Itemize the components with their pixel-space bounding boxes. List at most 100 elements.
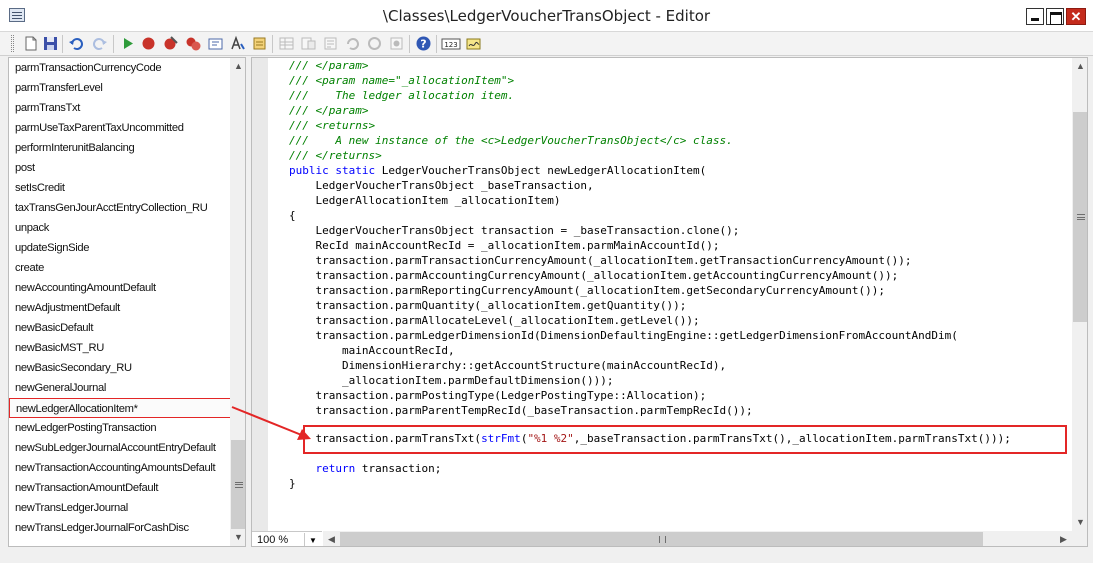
run-icon[interactable] <box>119 35 136 52</box>
editor-vertical-scrollbar[interactable]: ▲ ▼ <box>1072 58 1087 531</box>
method-list-item[interactable]: parmTransTxt <box>9 98 230 118</box>
code-area[interactable]: /// </param> /// <param name="_allocation… <box>289 58 1074 531</box>
maximize-button[interactable] <box>1046 8 1064 25</box>
scroll-down-button[interactable]: ▼ <box>230 529 245 546</box>
code-line[interactable]: transaction.parmLedgerDimensionId(Dimens… <box>289 328 957 343</box>
editor-scroll-left-button[interactable]: ◀ <box>323 531 340 546</box>
method-list-item[interactable]: parmUseTaxParentTaxUncommitted <box>9 118 230 138</box>
method-list-scroll-thumb[interactable] <box>231 440 245 529</box>
breakpoint-icon[interactable] <box>140 35 157 52</box>
code-line[interactable]: /// <param name="_allocationItem"> <box>289 73 514 88</box>
remove-breakpoints-icon[interactable] <box>162 35 179 52</box>
lookup-icon[interactable] <box>229 35 246 52</box>
new-icon[interactable] <box>22 35 39 52</box>
method-list-item[interactable]: newTransLedgerJournalForCashDisc <box>9 518 230 538</box>
minimize-button[interactable] <box>1026 8 1044 25</box>
code-token: /// </param> <box>289 59 369 72</box>
editor-scroll-down-button[interactable]: ▼ <box>1072 514 1087 531</box>
code-line[interactable]: transaction.parmTransactionCurrencyAmoun… <box>289 253 912 268</box>
code-line[interactable]: DimensionHierarchy::getAccountStructure(… <box>289 358 726 373</box>
refresh-icon[interactable] <box>366 35 383 52</box>
method-list-item[interactable]: newSubLedgerJournalAccountEntryDefault <box>9 438 230 458</box>
code-line[interactable]: /// A new instance of the <c>LedgerVouch… <box>289 133 733 148</box>
method-list-item[interactable]: parmTransactionCurrencyCode <box>9 58 230 78</box>
code-line[interactable]: LedgerAllocationItem _allocationItem) <box>289 193 561 208</box>
method-list-item[interactable]: newLedgerAllocationItem* <box>9 398 231 418</box>
undo-icon[interactable] <box>68 35 85 52</box>
code-token: /// A new instance of the <c>LedgerVouch… <box>289 134 733 147</box>
code-line[interactable]: transaction.parmAccountingCurrencyAmount… <box>289 268 898 283</box>
code-line[interactable]: mainAccountRecId, <box>289 343 455 358</box>
editor-horizontal-scrollbar[interactable]: ◀ ▶ <box>323 531 1072 546</box>
toolbar: ? 123 <box>0 32 1093 56</box>
code-line[interactable]: /// </returns> <box>289 148 382 163</box>
help-icon[interactable]: ? <box>415 35 432 52</box>
method-list-item[interactable]: newTransLedgerJournal <box>9 498 230 518</box>
editor-scroll-right-button[interactable]: ▶ <box>1055 531 1072 546</box>
editor-scroll-up-button[interactable]: ▲ <box>1072 58 1087 75</box>
editor-horizontal-scroll-thumb[interactable] <box>340 532 983 546</box>
code-line[interactable]: transaction.parmAllocateLevel(_allocatio… <box>289 313 699 328</box>
code-line[interactable]: public static LedgerVoucherTransObject n… <box>289 163 706 178</box>
method-list-item[interactable]: newGeneralJournal <box>9 378 230 398</box>
method-list-item[interactable]: newBasicSecondary_RU <box>9 358 230 378</box>
method-list-item[interactable]: newBasicMST_RU <box>9 338 230 358</box>
code-line[interactable]: /// <returns> <box>289 118 375 133</box>
code-line[interactable]: /// The ledger allocation item. <box>289 88 514 103</box>
code-line[interactable]: _allocationItem.parmDefaultDimension()))… <box>289 373 614 388</box>
code-line[interactable]: /// </param> <box>289 103 368 118</box>
line-numbers-icon[interactable]: 123 <box>441 35 461 52</box>
scroll-up-button[interactable]: ▲ <box>230 58 245 75</box>
list-types-icon[interactable] <box>322 35 339 52</box>
method-list-item[interactable]: parmTransferLevel <box>9 78 230 98</box>
method-list: parmTransactionCurrencyCode parmTransferL… <box>8 57 246 547</box>
code-token: _allocationItem.parmDefaultDimension()))… <box>289 374 614 387</box>
code-token: /// </param> <box>289 104 369 117</box>
sign-icon[interactable] <box>465 35 482 52</box>
list-classes-icon[interactable] <box>300 35 317 52</box>
code-token: LedgerAllocationItem _allocationItem) <box>289 194 561 207</box>
code-line[interactable]: LedgerVoucherTransObject _baseTransactio… <box>289 178 593 193</box>
code-line[interactable]: /// </param> <box>289 58 368 73</box>
toggle-breakpoints-icon[interactable] <box>185 35 202 52</box>
list-tables-icon[interactable] <box>278 35 295 52</box>
code-line[interactable]: transaction.parmPostingType(LedgerPostin… <box>289 388 706 403</box>
method-list-item[interactable]: taxTransGenJourAcctEntryCollection_RU <box>9 198 230 218</box>
method-list-item[interactable]: newTransactionAmountDefault <box>9 478 230 498</box>
redo-icon[interactable] <box>91 35 108 52</box>
code-line[interactable]: { <box>289 208 296 223</box>
code-line[interactable]: transaction.parmQuantity(_allocationItem… <box>289 298 686 313</box>
code-token: transaction.parmTransactionCurrencyAmoun… <box>289 254 912 267</box>
script-icon[interactable] <box>251 35 268 52</box>
method-list-scrollbar[interactable]: ▲ ▼ <box>230 58 245 546</box>
code-line[interactable]: RecId mainAccountRecId = _allocationItem… <box>289 238 719 253</box>
labels-icon[interactable] <box>388 35 405 52</box>
zoom-selector[interactable]: 100 % ▼ <box>252 531 322 546</box>
method-list-item[interactable]: setIsCredit <box>9 178 230 198</box>
undo-list-icon[interactable] <box>344 35 361 52</box>
toolbar-grip[interactable] <box>11 35 14 52</box>
method-list-item[interactable]: unpack <box>9 218 230 238</box>
method-list-item[interactable]: newLedgerPostingTransaction <box>9 418 230 438</box>
code-token: /// The ledger allocation item. <box>289 89 515 102</box>
code-line[interactable]: LedgerVoucherTransObject transaction = _… <box>289 223 739 238</box>
code-line[interactable]: return transaction; <box>289 461 442 476</box>
code-editor[interactable]: /// </param> /// <param name="_allocation… <box>251 57 1088 547</box>
compile-icon[interactable] <box>207 35 224 52</box>
close-button[interactable]: ✕ <box>1066 8 1086 25</box>
code-line[interactable]: } <box>289 476 296 491</box>
save-icon[interactable] <box>42 35 59 52</box>
method-list-item[interactable]: newBasicDefault <box>9 318 230 338</box>
zoom-dropdown-icon[interactable]: ▼ <box>304 533 321 546</box>
method-list-item[interactable]: performInterunitBalancing <box>9 138 230 158</box>
method-list-item[interactable]: newAdjustmentDefault <box>9 298 230 318</box>
method-list-item[interactable]: create <box>9 258 230 278</box>
code-line[interactable]: transaction.parmReportingCurrencyAmount(… <box>289 283 885 298</box>
code-line[interactable]: transaction.parmParentTempRecId(_baseTra… <box>289 403 752 418</box>
method-list-item[interactable]: updateSignSide <box>9 238 230 258</box>
method-list-item[interactable]: newTransactionAccountingAmountsDefault <box>9 458 230 478</box>
editor-vertical-scroll-thumb[interactable] <box>1073 112 1087 322</box>
method-list-item[interactable]: post <box>9 158 230 178</box>
method-list-item[interactable]: newAccountingAmountDefault <box>9 278 230 298</box>
breakpoint-gutter[interactable] <box>252 58 268 531</box>
